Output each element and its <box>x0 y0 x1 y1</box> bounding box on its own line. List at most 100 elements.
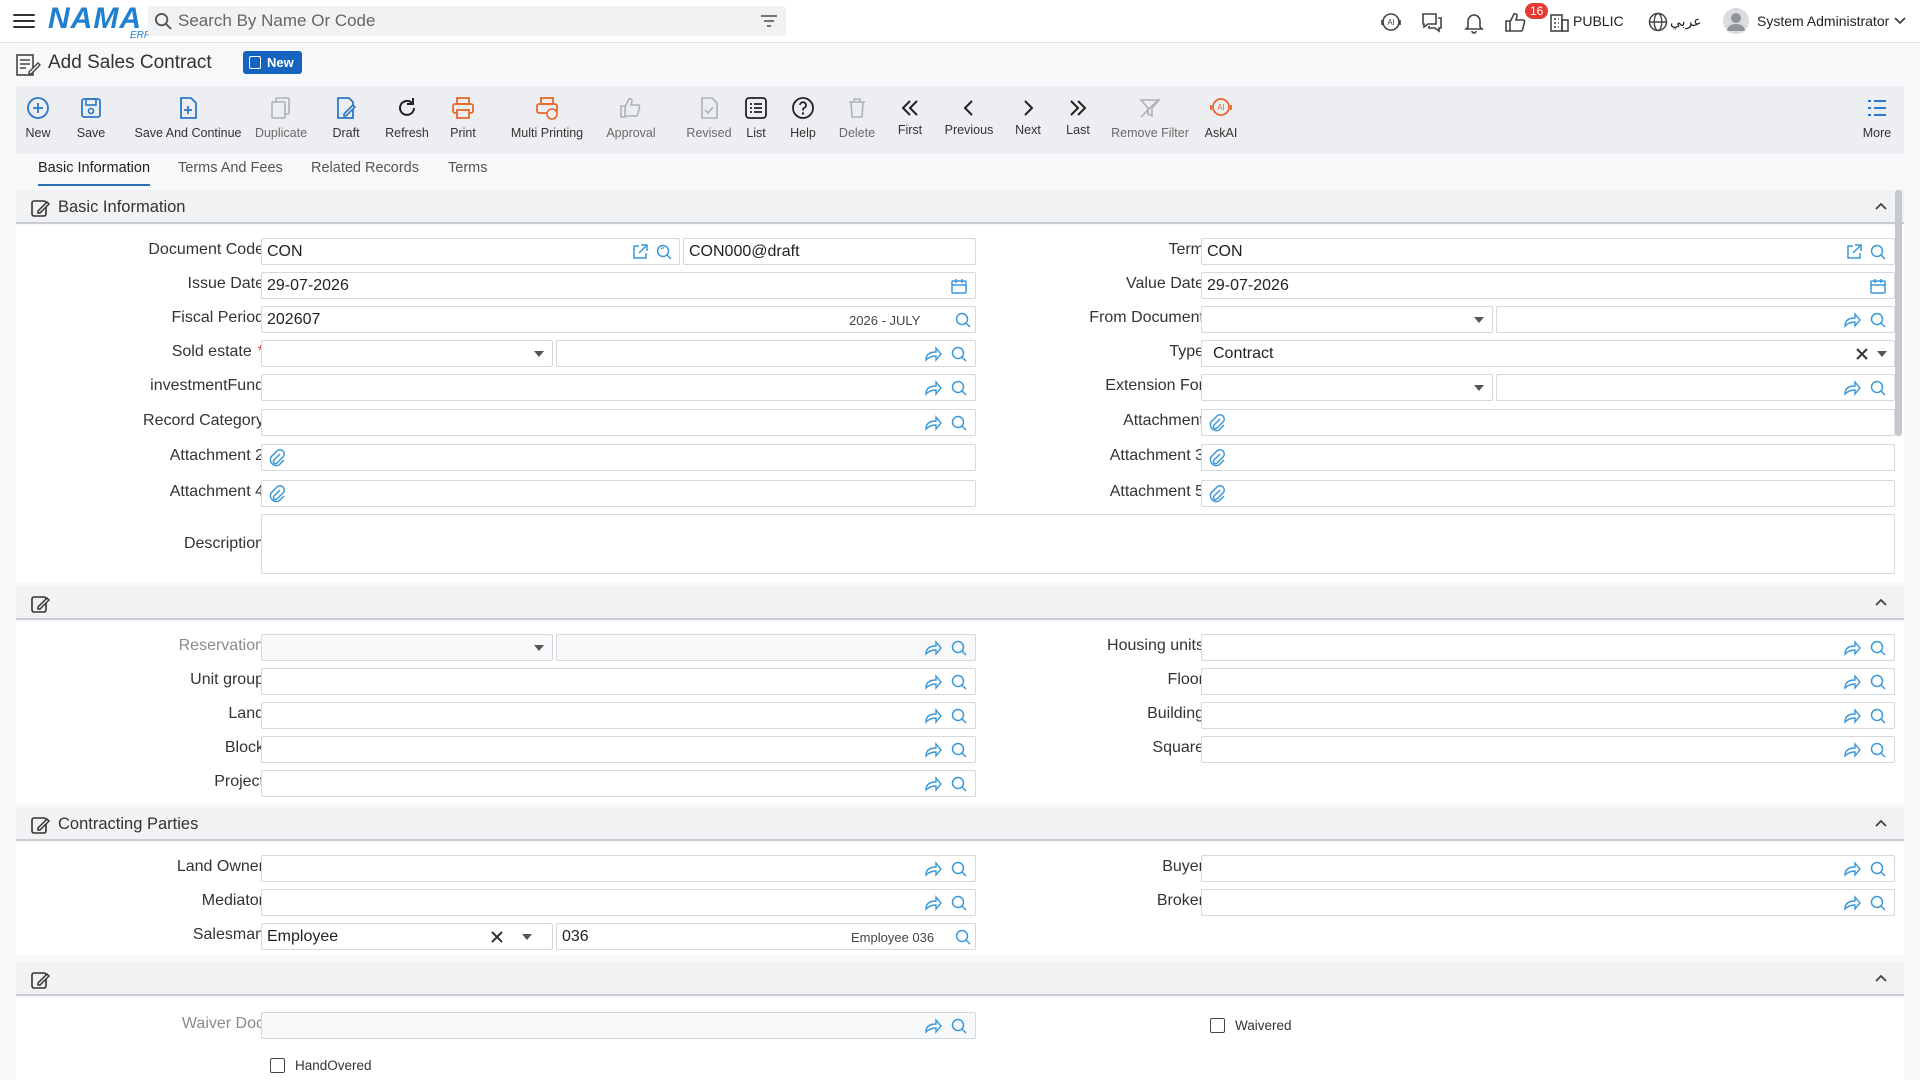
chevron-down-icon[interactable] <box>1893 15 1907 27</box>
lookup-search-icon[interactable] <box>950 414 968 432</box>
app-logo[interactable]: NAMA ERP <box>48 4 151 42</box>
lookup-search-icon[interactable] <box>1869 741 1887 759</box>
avatar[interactable] <box>1722 7 1750 35</box>
building-field[interactable] <box>1201 702 1895 729</box>
salesman-field[interactable]: 036 Employee 036 <box>556 923 976 950</box>
floor-field[interactable] <box>1201 668 1895 695</box>
square-field[interactable] <box>1201 736 1895 763</box>
lookup-search-icon[interactable] <box>1869 860 1887 878</box>
save-button[interactable]: Save <box>76 86 106 154</box>
calendar-icon[interactable] <box>1869 277 1887 295</box>
paperclip-icon[interactable] <box>269 485 285 503</box>
extension-for-type-select[interactable] <box>1201 374 1493 401</box>
goto-arrow-icon[interactable] <box>924 775 942 793</box>
company-name[interactable]: PUBLIC <box>1573 13 1624 29</box>
lookup-search-icon[interactable] <box>1869 243 1887 261</box>
chevron-up-icon[interactable] <box>1874 597 1888 607</box>
from-document-field[interactable] <box>1496 306 1895 333</box>
askai-button[interactable]: AI AskAI <box>1184 86 1258 154</box>
goto-arrow-icon[interactable] <box>924 1017 942 1035</box>
more-button[interactable]: More <box>1860 86 1894 154</box>
lookup-search-icon[interactable] <box>954 928 972 946</box>
lookup-search-icon[interactable] <box>950 639 968 657</box>
lookup-search-icon[interactable] <box>950 741 968 759</box>
refresh-button[interactable]: Refresh <box>384 86 430 154</box>
document-number-field[interactable]: CON000@draft <box>683 238 976 265</box>
fiscal-period-field[interactable]: 202607 2026 - JULY <box>261 306 976 333</box>
chevron-up-icon[interactable] <box>1874 973 1888 983</box>
menu-icon[interactable] <box>13 10 35 32</box>
attachment-4-field[interactable] <box>261 480 976 507</box>
save-and-continue-button[interactable]: Save And Continue <box>133 86 243 154</box>
units-section-header[interactable] <box>16 586 1904 620</box>
lookup-search-icon[interactable] <box>950 707 968 725</box>
duplicate-button[interactable]: Duplicate <box>255 86 307 154</box>
ai-assistant-icon[interactable]: AI <box>1379 10 1403 34</box>
goto-arrow-icon[interactable] <box>924 414 942 432</box>
extension-for-field[interactable] <box>1496 374 1895 401</box>
form-scrollbar[interactable] <box>1895 190 1902 436</box>
lookup-search-icon[interactable] <box>1869 639 1887 657</box>
lookup-search-icon[interactable] <box>1869 894 1887 912</box>
lookup-search-icon[interactable] <box>950 345 968 363</box>
value-date-field[interactable]: 29-07-2026 <box>1201 272 1895 299</box>
multi-printing-button[interactable]: Multi Printing <box>496 86 598 154</box>
new-button[interactable]: New <box>24 86 52 154</box>
open-link-icon[interactable] <box>631 243 649 261</box>
chevron-up-icon[interactable] <box>1874 201 1888 211</box>
lookup-search-icon[interactable] <box>1869 311 1887 329</box>
from-document-type-select[interactable] <box>1201 306 1493 333</box>
contracting-parties-section-header[interactable]: Contracting Parties <box>16 807 1904 841</box>
approvals-icon[interactable] <box>1503 10 1527 34</box>
goto-arrow-icon[interactable] <box>1843 707 1861 725</box>
lookup-search-icon[interactable] <box>1869 673 1887 691</box>
bell-icon[interactable] <box>1462 10 1486 34</box>
tab-terms[interactable]: Terms <box>448 160 487 184</box>
paperclip-icon[interactable] <box>1209 449 1225 467</box>
description-textarea[interactable] <box>261 514 1895 574</box>
lookup-search-icon[interactable] <box>1869 707 1887 725</box>
lookup-search-icon[interactable] <box>950 894 968 912</box>
basic-information-section-header[interactable]: Basic Information <box>16 190 1904 224</box>
tab-related-records[interactable]: Related Records <box>311 160 419 184</box>
globe-icon[interactable] <box>1646 10 1670 34</box>
lookup-search-icon[interactable] <box>950 1017 968 1035</box>
goto-arrow-icon[interactable] <box>924 860 942 878</box>
reservation-field[interactable] <box>556 634 976 661</box>
salesman-type-select[interactable]: Employee <box>261 923 553 950</box>
goto-arrow-icon[interactable] <box>924 894 942 912</box>
broker-field[interactable] <box>1201 889 1895 916</box>
attachment-3-field[interactable] <box>1201 444 1895 471</box>
lookup-search-icon[interactable] <box>950 673 968 691</box>
language-switch[interactable]: عربي <box>1670 13 1702 30</box>
tab-terms-and-fees[interactable]: Terms And Fees <box>178 160 283 184</box>
open-link-icon[interactable] <box>1845 243 1863 261</box>
goto-arrow-icon[interactable] <box>924 741 942 759</box>
user-name[interactable]: System Administrator <box>1757 13 1889 29</box>
attachment-2-field[interactable] <box>261 444 976 471</box>
goto-arrow-icon[interactable] <box>924 707 942 725</box>
paperclip-icon[interactable] <box>1209 485 1225 503</box>
goto-arrow-icon[interactable] <box>1843 639 1861 657</box>
lookup-search-icon[interactable] <box>954 311 972 329</box>
goto-arrow-icon[interactable] <box>1843 741 1861 759</box>
lookup-search-icon[interactable] <box>950 775 968 793</box>
goto-arrow-icon[interactable] <box>1843 379 1861 397</box>
lookup-search-icon[interactable] <box>655 243 673 261</box>
clear-icon[interactable] <box>488 928 506 946</box>
type-select[interactable]: Contract <box>1201 340 1895 367</box>
goto-arrow-icon[interactable] <box>924 345 942 363</box>
sold-estate-field[interactable] <box>556 340 976 367</box>
calendar-icon[interactable] <box>950 277 968 295</box>
land-owner-field[interactable] <box>261 855 976 882</box>
lookup-search-icon[interactable] <box>950 379 968 397</box>
goto-arrow-icon[interactable] <box>924 673 942 691</box>
record-category-field[interactable] <box>261 409 976 436</box>
investment-fund-field[interactable] <box>261 374 976 401</box>
sold-estate-type-select[interactable] <box>261 340 553 367</box>
search-input[interactable] <box>176 9 736 33</box>
goto-arrow-icon[interactable] <box>924 639 942 657</box>
lookup-search-icon[interactable] <box>950 860 968 878</box>
reservation-type-select[interactable] <box>261 634 553 661</box>
chevron-up-icon[interactable] <box>1874 818 1888 828</box>
